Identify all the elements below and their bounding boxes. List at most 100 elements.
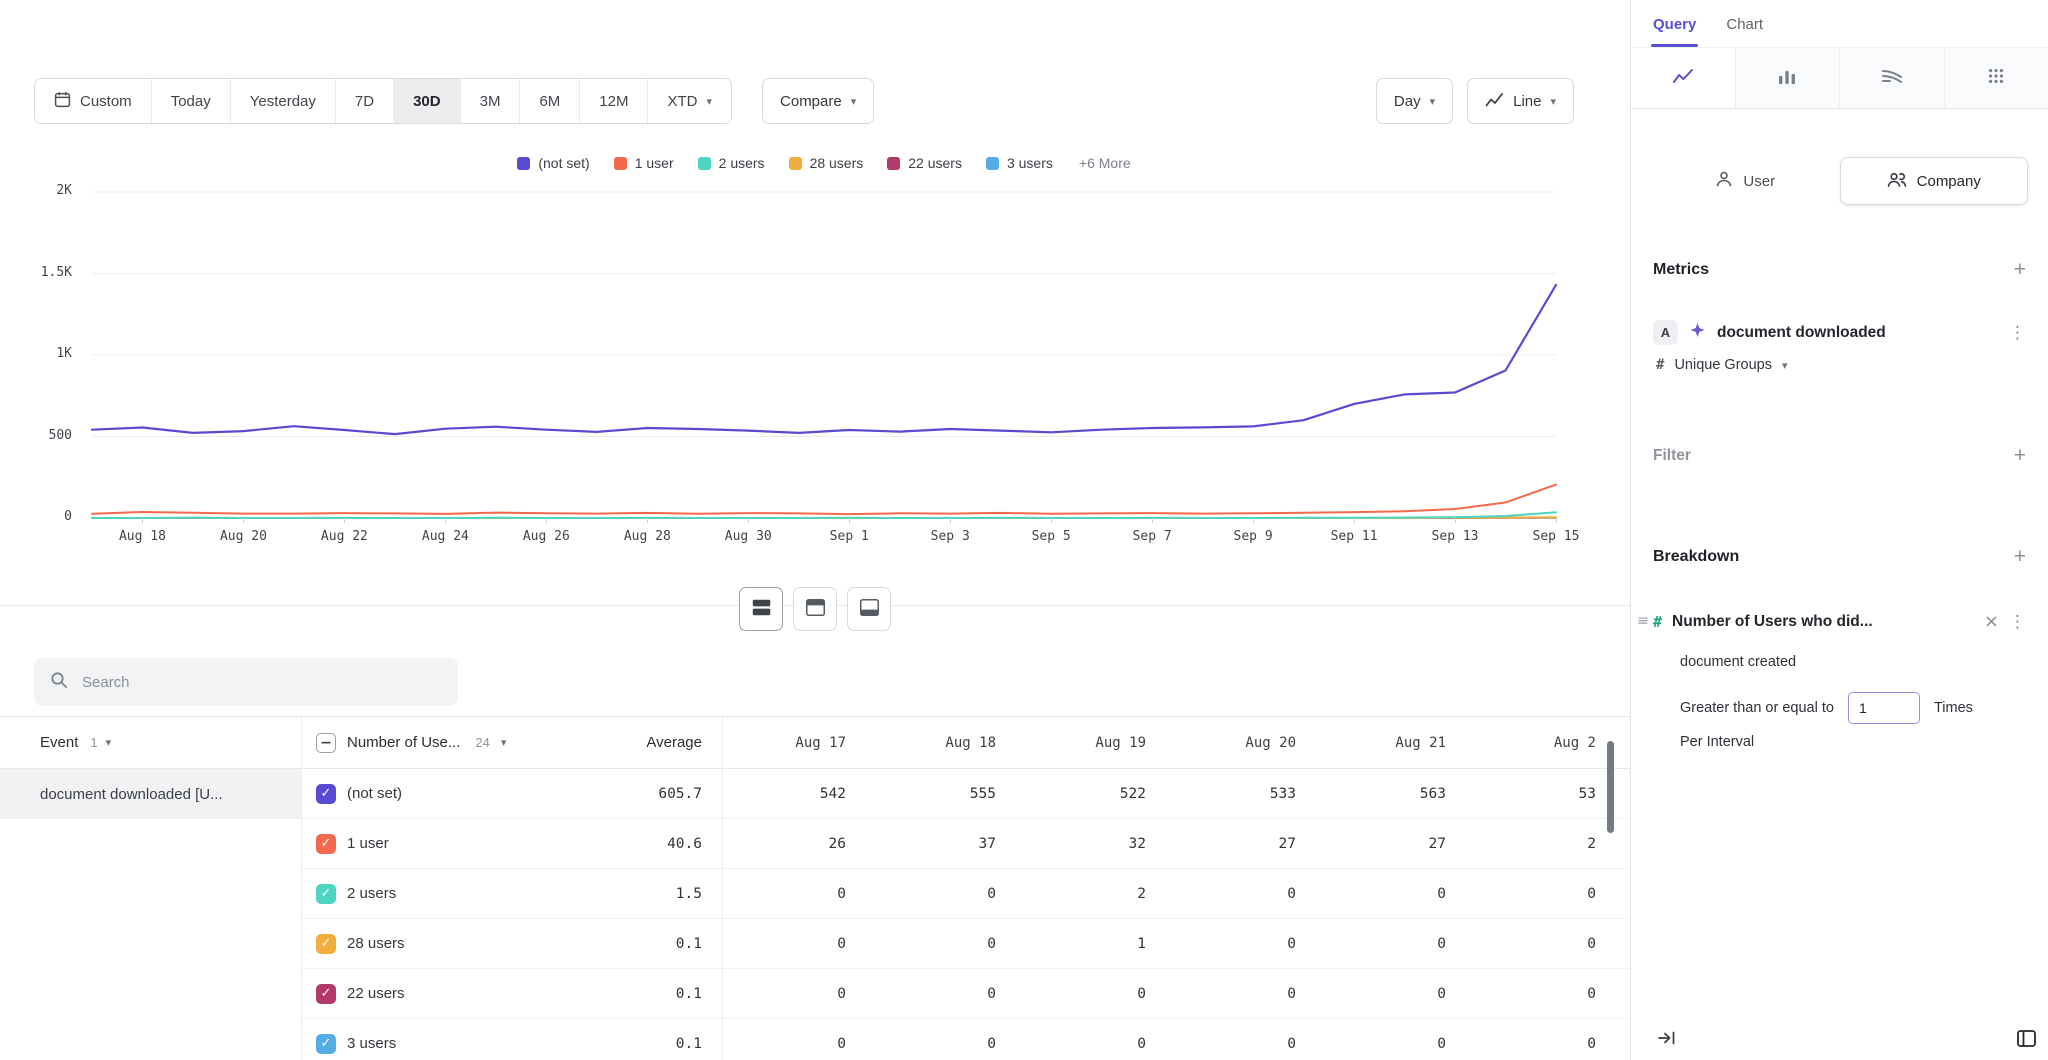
granularity-button[interactable]: Day ▾ [1376, 78, 1453, 124]
company-toggle-button[interactable]: Company [1840, 157, 2029, 205]
chart-type-flow[interactable] [1839, 48, 1944, 108]
row-checkbox[interactable]: ✓ [316, 1034, 336, 1054]
add-metric-button[interactable]: + [2014, 259, 2026, 280]
tab-chart[interactable]: Chart [1726, 16, 1763, 47]
check-icon: ✓ [321, 986, 332, 1001]
event-column-header[interactable]: Event 1 ▾ [0, 717, 301, 769]
view-toggle-table-only[interactable] [847, 587, 891, 631]
app: Custom Today Yesterday7D30D3M6M12MXTD▾ Com… [0, 0, 2048, 1060]
add-filter-button[interactable]: + [2014, 445, 2026, 466]
user-toggle-button[interactable]: User [1651, 157, 1840, 205]
metric-item[interactable]: A document downloaded ⋮ [1653, 320, 2026, 345]
breakdown-card-title[interactable]: Number of Users who did... [1672, 613, 1974, 631]
per-interval-label[interactable]: Per Interval [1653, 734, 2026, 750]
date-range-12m[interactable]: 12M [579, 79, 647, 123]
date-range-30d[interactable]: 30D [393, 79, 460, 123]
add-breakdown-button[interactable]: + [2014, 546, 2026, 567]
granularity-label: Day [1394, 93, 1421, 110]
legend-item[interactable]: 2 users [698, 155, 765, 171]
row-checkbox[interactable]: ✓ [316, 834, 336, 854]
legend-item[interactable]: 3 users [986, 155, 1053, 171]
table-scrollbar[interactable] [1607, 741, 1614, 833]
kebab-menu-icon[interactable]: ⋮ [2009, 612, 2026, 632]
close-icon[interactable]: × [1984, 611, 1999, 632]
compare-label: Compare [780, 93, 842, 110]
chart-type-bar[interactable] [1735, 48, 1840, 108]
check-icon: ✓ [321, 1036, 332, 1051]
date-range-custom[interactable]: Custom [35, 79, 151, 123]
value-cell: 2 [1472, 836, 1622, 852]
table-row[interactable]: ✓2 users1.5002000 [302, 869, 1630, 919]
legend-item[interactable]: 28 users [789, 155, 864, 171]
row-checkbox[interactable]: ✓ [316, 784, 336, 804]
x-axis-tick-label: Aug 22 [321, 529, 368, 544]
value-cell: 0 [1322, 936, 1472, 952]
x-axis-tick [445, 518, 446, 523]
search-row [34, 658, 458, 706]
breakdown-event-name[interactable]: document created [1653, 654, 2026, 670]
legend-more[interactable]: +6 More [1079, 155, 1131, 171]
chart-type-grid[interactable] [1944, 48, 2048, 108]
chart-type-button[interactable]: Line ▾ [1467, 78, 1574, 124]
x-axis-ticks [92, 518, 1556, 524]
breakdown-title: Breakdown [1653, 548, 1739, 566]
x-axis-tick [1152, 518, 1153, 523]
date-range-yesterday[interactable]: Yesterday [230, 79, 335, 123]
kebab-menu-icon[interactable]: ⋮ [2009, 323, 2026, 343]
split-rows-icon [752, 599, 771, 619]
drag-handle-icon[interactable]: ≡ [1637, 613, 1649, 629]
legend-color-chip [789, 157, 802, 170]
x-axis-tick [647, 518, 648, 523]
search-input[interactable] [80, 673, 442, 692]
value-cell: 0 [872, 886, 1022, 902]
tab-query[interactable]: Query [1653, 16, 1696, 47]
table-row[interactable]: ✓3 users0.1000000 [302, 1019, 1630, 1060]
breakdown-card: ≡ # Number of Users who did... × ⋮ docum… [1653, 611, 2026, 750]
times-value-input[interactable] [1848, 692, 1920, 724]
table-row[interactable]: ✓(not set)605.754255552253356353 [302, 769, 1630, 819]
search-box[interactable] [34, 658, 458, 706]
x-axis-tick-label: Aug 28 [624, 529, 671, 544]
condition-prefix[interactable]: Greater than or equal to [1680, 700, 1834, 716]
date-range-label: Today [171, 93, 211, 110]
value-cell: 0 [1472, 986, 1622, 1002]
legend-label: 1 user [635, 155, 674, 171]
table-row[interactable]: ✓22 users0.1000000 [302, 969, 1630, 1019]
date-range-6m[interactable]: 6M [519, 79, 579, 123]
chart-type-line[interactable] [1631, 48, 1735, 108]
x-axis-tick [546, 518, 547, 523]
table-row[interactable]: ✓28 users0.1001000 [302, 919, 1630, 969]
event-header-label: Event [40, 734, 78, 751]
series-column-header[interactable]: − Number of Use... 24 ▾ [302, 733, 562, 753]
row-checkbox[interactable]: ✓ [316, 984, 336, 1004]
collapse-panel-icon[interactable] [1657, 1029, 1676, 1052]
side-panel-icon[interactable] [2017, 1030, 2036, 1052]
series-header-label: Number of Use... [347, 734, 460, 751]
legend-item[interactable]: 1 user [614, 155, 674, 171]
table-row[interactable]: ✓1 user40.626373227272 [302, 819, 1630, 869]
view-toggle-chart-only[interactable] [793, 587, 837, 631]
select-all-checkbox[interactable]: − [316, 733, 336, 753]
y-axis-tick-label: 0 [0, 509, 72, 524]
date-range-today[interactable]: Today [151, 79, 230, 123]
compare-button[interactable]: Compare ▾ [762, 78, 874, 124]
table-rows: ✓(not set)605.754255552253356353✓1 user4… [302, 769, 1630, 1060]
row-checkbox[interactable]: ✓ [316, 884, 336, 904]
value-cell: 0 [872, 936, 1022, 952]
legend-item[interactable]: (not set) [517, 155, 589, 171]
row-checkbox[interactable]: ✓ [316, 934, 336, 954]
people-icon [1887, 171, 1907, 192]
filter-section: Filter + [1631, 445, 2048, 466]
date-range-xtd[interactable]: XTD▾ [647, 79, 731, 123]
chart-type-selector [1631, 47, 2048, 109]
legend-item[interactable]: 22 users [887, 155, 962, 171]
view-toggle-split[interactable] [739, 587, 783, 631]
chart-legend: (not set) 1 user 2 users 28 users 22 users 3 … [92, 155, 1556, 171]
date-range-3m[interactable]: 3M [460, 79, 520, 123]
metrics-section: Metrics + A document downloaded ⋮ # Uniq… [1631, 259, 2048, 373]
toolbar: Custom Today Yesterday7D30D3M6M12MXTD▾ Com… [34, 78, 1574, 124]
condition-suffix: Times [1934, 700, 1973, 716]
event-list-item[interactable]: document downloaded [U... [0, 769, 301, 819]
date-range-7d[interactable]: 7D [335, 79, 393, 123]
metric-aggregation-dropdown[interactable]: # Unique Groups ▾ [1653, 357, 2026, 373]
